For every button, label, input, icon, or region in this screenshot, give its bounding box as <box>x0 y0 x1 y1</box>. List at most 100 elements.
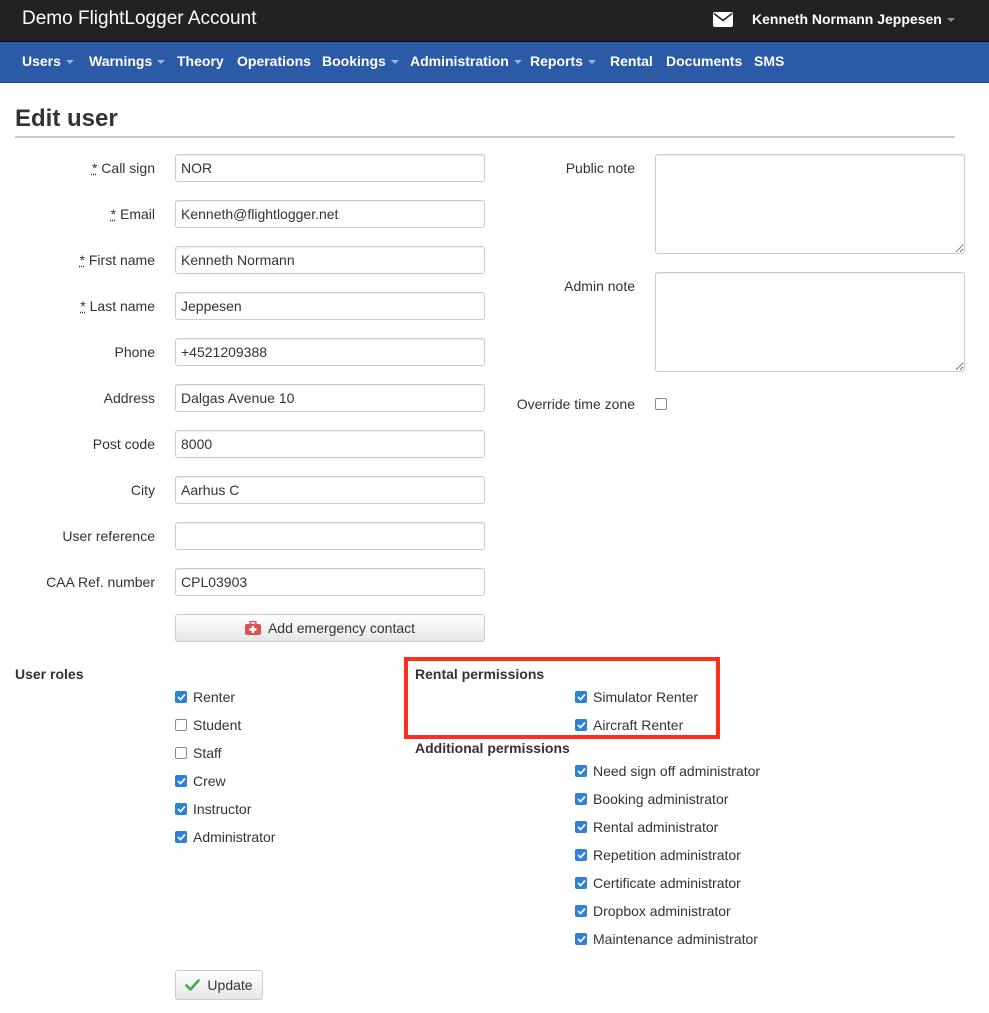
checkmark-icon <box>576 935 586 943</box>
nav-rental[interactable]: Rental <box>610 53 653 69</box>
checkmark-icon <box>576 851 586 859</box>
nav-reports[interactable]: Reports <box>530 53 596 69</box>
add-emergency-contact-button[interactable]: Add emergency contact <box>175 614 485 642</box>
checkbox-checked <box>175 775 187 787</box>
nav-administration[interactable]: Administration <box>410 53 522 69</box>
dropbox-admin-checkbox[interactable]: Dropbox administrator <box>575 903 731 919</box>
repetition-admin-checkbox[interactable]: Repetition administrator <box>575 847 741 863</box>
user-roles-title: User roles <box>15 666 84 682</box>
rental-admin-checkbox[interactable]: Rental administrator <box>575 819 718 835</box>
role-staff-checkbox[interactable]: Staff <box>175 745 222 761</box>
nav-reports-label: Reports <box>530 53 583 69</box>
role-crew-checkbox[interactable]: Crew <box>175 773 226 789</box>
nav-operations[interactable]: Operations <box>237 53 311 69</box>
first-name-input[interactable] <box>175 246 485 274</box>
need-sign-off-admin-label: Need sign off administrator <box>593 763 761 779</box>
user-reference-label: User reference <box>62 528 155 544</box>
rental-permissions-title: Rental permissions <box>415 666 545 682</box>
user-name: Kenneth Normann Jeppesen <box>752 11 942 27</box>
email-label-text: Email <box>119 206 155 222</box>
checkbox-checked <box>575 877 587 889</box>
call-sign-input[interactable] <box>175 154 485 182</box>
phone-input[interactable] <box>175 338 485 366</box>
role-instructor-label: Instructor <box>193 801 252 817</box>
role-staff-label: Staff <box>193 745 222 761</box>
nav-theory[interactable]: Theory <box>177 53 224 69</box>
post-code-input[interactable] <box>175 430 485 458</box>
nav-users[interactable]: Users <box>22 53 74 69</box>
checkbox-checked <box>575 821 587 833</box>
checkbox-checked <box>175 803 187 815</box>
city-input[interactable] <box>175 476 485 504</box>
app-title[interactable]: Demo FlightLogger Account <box>22 8 256 30</box>
simulator-renter-checkbox[interactable]: Simulator Renter <box>575 689 698 705</box>
nav-warnings[interactable]: Warnings <box>89 53 166 69</box>
need-sign-off-admin-checkbox[interactable]: Need sign off administrator <box>575 763 760 779</box>
rental-admin-label: Rental administrator <box>593 819 719 835</box>
nav-documents-label: Documents <box>666 53 743 69</box>
caret-down-icon <box>587 60 596 65</box>
email-input[interactable] <box>175 200 485 228</box>
nav-rental-label: Rental <box>610 53 653 69</box>
aircraft-renter-checkbox[interactable]: Aircraft Renter <box>575 717 683 733</box>
top-bar: Demo FlightLogger Account Kenneth Norman… <box>0 0 989 42</box>
caret-down-icon <box>946 18 955 23</box>
override-time-zone-checkbox[interactable] <box>655 398 667 410</box>
update-button[interactable]: Update <box>175 970 263 1000</box>
main-nav: Users Warnings Theory Operations Booking… <box>0 42 989 83</box>
role-instructor-checkbox[interactable]: Instructor <box>175 801 251 817</box>
nav-administration-label: Administration <box>410 53 509 69</box>
nav-bookings-label: Bookings <box>322 53 386 69</box>
checkbox-checked <box>575 849 587 861</box>
simulator-renter-label: Simulator Renter <box>593 689 699 705</box>
checkmark-icon <box>576 721 586 729</box>
checkbox-checked <box>575 691 587 703</box>
phone-label: Phone <box>114 344 155 360</box>
address-input[interactable] <box>175 384 485 412</box>
checkmark-icon <box>576 823 586 831</box>
checkmark-icon <box>576 767 586 775</box>
role-renter-label: Renter <box>193 689 236 705</box>
public-note-textarea[interactable] <box>655 154 965 254</box>
checkbox-checked <box>575 765 587 777</box>
first-aid-kit-icon <box>244 621 261 635</box>
caret-down-icon <box>513 60 522 65</box>
address-label: Address <box>103 390 155 406</box>
user-menu[interactable]: Kenneth Normann Jeppesen <box>752 11 955 27</box>
checkbox-checked <box>575 905 587 917</box>
checkmark-icon <box>576 879 586 887</box>
certificate-admin-checkbox[interactable]: Certificate administrator <box>575 875 741 891</box>
call-sign-label-text: Call sign <box>101 160 155 176</box>
admin-note-textarea[interactable] <box>655 272 965 372</box>
dropbox-admin-label: Dropbox administrator <box>593 903 731 919</box>
checkmark-icon <box>176 805 186 813</box>
nav-bookings[interactable]: Bookings <box>322 53 399 69</box>
user-reference-input[interactable] <box>175 522 485 550</box>
heading-divider <box>15 136 955 138</box>
first-name-label-text: First name <box>88 252 155 268</box>
last-name-label: * Last name <box>15 298 155 314</box>
role-crew-label: Crew <box>193 773 226 789</box>
public-note-label: Public note <box>565 160 635 176</box>
maintenance-admin-checkbox[interactable]: Maintenance administrator <box>575 931 758 947</box>
nav-warnings-label: Warnings <box>89 53 153 69</box>
nav-documents[interactable]: Documents <box>666 53 742 69</box>
envelope-icon[interactable] <box>713 12 733 27</box>
checkmark-icon <box>576 907 586 915</box>
last-name-label-text: Last name <box>89 298 155 314</box>
booking-admin-checkbox[interactable]: Booking administrator <box>575 791 728 807</box>
checkbox-checked <box>175 831 187 843</box>
required-marker: * <box>79 252 85 268</box>
last-name-input[interactable] <box>175 292 485 320</box>
role-student-checkbox[interactable]: Student <box>175 717 241 733</box>
nav-sms[interactable]: SMS <box>754 53 784 69</box>
caa-ref-input[interactable] <box>175 568 485 596</box>
certificate-admin-label: Certificate administrator <box>593 875 741 891</box>
repetition-admin-label: Repetition administrator <box>593 847 741 863</box>
role-renter-checkbox[interactable]: Renter <box>175 689 235 705</box>
checkbox-checked <box>575 793 587 805</box>
required-marker: * <box>110 206 117 222</box>
nav-users-label: Users <box>22 53 61 69</box>
role-administrator-checkbox[interactable]: Administrator <box>175 829 275 845</box>
checkmark-icon <box>176 833 186 841</box>
